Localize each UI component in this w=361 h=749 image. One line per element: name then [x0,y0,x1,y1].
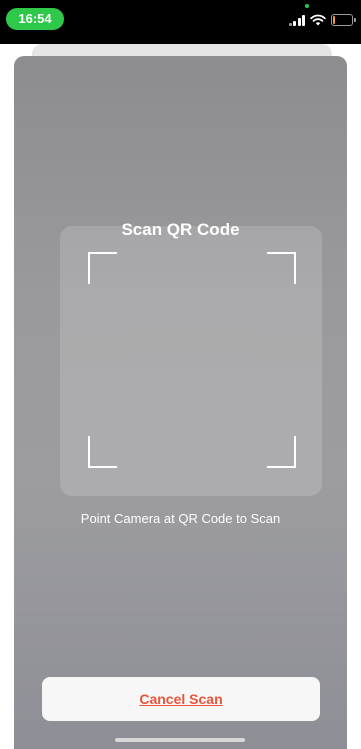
wifi-icon [310,14,326,26]
camera-in-use-indicator [305,4,309,8]
battery-nub [354,18,356,22]
battery-icon [331,14,356,26]
camera-viewfinder: Scan QR Code Point Camera at QR Code to … [14,56,347,749]
scan-instruction: Point Camera at QR Code to Scan [80,511,281,526]
cancel-scan-button[interactable]: Cancel Scan [42,677,320,721]
battery-level-fill [333,16,335,24]
frame-corner-bottom-left [88,436,117,468]
frame-corner-bottom-right [267,436,296,468]
app-screen: 16:54 Scan QR Code Point Camera at QR Co… [0,0,361,749]
home-indicator[interactable] [115,738,245,742]
qr-scan-frame [60,226,322,496]
signal-icon [288,14,305,26]
status-bar: 16:54 [0,0,361,44]
frame-corner-top-right [267,252,296,284]
status-time: 16:54 [6,8,64,30]
status-icons [288,10,356,30]
frame-corner-top-left [88,252,117,284]
